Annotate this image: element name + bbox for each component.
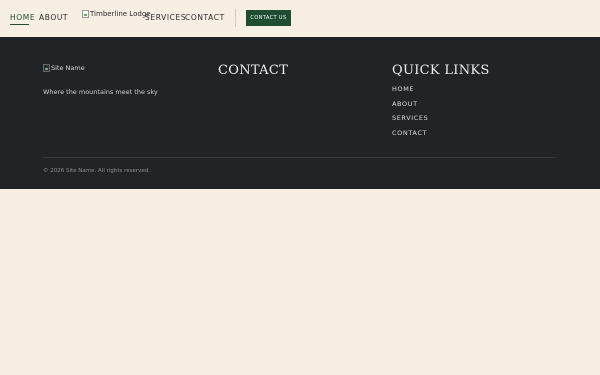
footer-tagline: Where the mountains meet the sky — [43, 88, 158, 96]
copyright-text: © 2026 Site Name. All rights reserved. — [43, 168, 151, 174]
list-item: SERVICES — [392, 107, 428, 122]
list-item: HOME — [392, 78, 428, 93]
contact-us-button[interactable]: CONTACT US — [246, 10, 291, 26]
site-header: HOME ABOUT Timberline Lodge SERVICES CON… — [0, 0, 600, 37]
broken-image-icon — [82, 10, 89, 18]
quick-links-list: HOME ABOUT SERVICES CONTACT — [392, 78, 428, 137]
quick-link-home[interactable]: HOME — [392, 85, 414, 93]
list-item: CONTACT — [392, 122, 428, 137]
site-footer: Site Name Where the mountains meet the s… — [0, 37, 600, 189]
footer-logo[interactable]: Site Name — [43, 63, 85, 73]
footer-contact-heading: CONTACT — [218, 63, 289, 78]
nav-link-about[interactable]: ABOUT — [39, 13, 68, 22]
logo-alt-text: Timberline Lodge — [90, 10, 151, 18]
footer-logo-alt-text: Site Name — [51, 64, 85, 72]
broken-image-icon — [43, 64, 50, 72]
nav-link-home[interactable]: HOME — [10, 13, 35, 22]
nav-divider — [235, 9, 236, 27]
active-nav-indicator — [10, 24, 29, 25]
footer-quick-links-heading: QUICK LINKS — [392, 63, 490, 78]
quick-link-services[interactable]: SERVICES — [392, 114, 428, 122]
site-logo[interactable]: Timberline Lodge — [82, 9, 151, 19]
list-item: ABOUT — [392, 93, 428, 108]
quick-link-contact[interactable]: CONTACT — [392, 129, 427, 137]
footer-divider — [43, 157, 556, 158]
nav-link-services[interactable]: SERVICES — [145, 13, 186, 22]
nav-link-contact[interactable]: CONTACT — [185, 13, 225, 22]
